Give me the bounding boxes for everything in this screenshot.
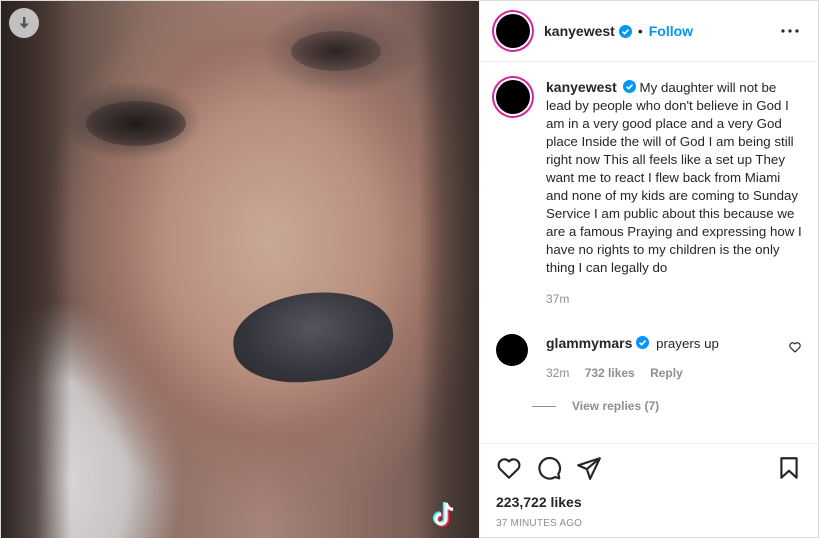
author-avatar[interactable] [496, 14, 530, 48]
post-container: kanyewest • Follow kanyewest My daughter… [0, 0, 819, 538]
comment-heart-icon[interactable] [788, 340, 802, 354]
verified-badge-icon [622, 80, 636, 93]
verified-badge-icon [618, 24, 632, 38]
caption-username[interactable]: kanyewest [546, 79, 617, 95]
comment-likes[interactable]: 732 likes [585, 366, 635, 380]
heart-icon[interactable] [496, 455, 522, 481]
view-replies-line [532, 405, 556, 407]
post-media-video[interactable] [1, 1, 479, 538]
comment-meta: 32m 732 likes Reply [546, 364, 719, 382]
download-button[interactable] [9, 8, 39, 38]
media-eye-left [86, 101, 186, 146]
commenter-username[interactable]: glammymars [546, 335, 632, 351]
share-icon[interactable] [576, 455, 602, 481]
comment-icon[interactable] [536, 455, 562, 481]
tiktok-icon [432, 502, 454, 527]
caption-time[interactable]: 37m [546, 290, 802, 308]
post-header: kanyewest • Follow [480, 1, 818, 62]
view-replies-label: View replies (7) [572, 399, 660, 413]
caption: kanyewest My daughter will not be lead b… [496, 78, 802, 308]
caption-avatar[interactable] [496, 80, 530, 114]
comments-section: kanyewest My daughter will not be lead b… [480, 62, 818, 443]
author-username[interactable]: kanyewest [544, 23, 615, 39]
media-shading-right [419, 1, 479, 538]
bookmark-icon[interactable] [776, 455, 802, 481]
header-separator: • [637, 23, 643, 39]
reply-button[interactable]: Reply [650, 366, 683, 380]
action-bar [480, 443, 818, 491]
media-shading-left [1, 1, 71, 538]
post-timestamp[interactable]: 37 MINUTES AGO [480, 513, 818, 538]
download-arrow-icon [19, 17, 29, 29]
media-lips [228, 284, 398, 390]
comment-item: glammymars prayers up 32m 732 likes Repl… [496, 334, 802, 382]
commenter-avatar[interactable] [496, 334, 528, 366]
post-likes-count[interactable]: 223,722 likes [480, 491, 818, 513]
verified-badge-icon [636, 336, 650, 349]
media-eye-right [291, 31, 381, 71]
more-options-button[interactable] [778, 19, 802, 43]
comment-text: prayers up [656, 336, 719, 351]
more-options-icon [781, 29, 799, 33]
view-replies-button[interactable]: View replies (7) [532, 399, 802, 413]
post-side-panel: kanyewest • Follow kanyewest My daughter… [479, 1, 818, 538]
follow-button[interactable]: Follow [649, 23, 693, 39]
caption-text: My daughter will not be lead by people w… [546, 80, 802, 275]
comment-time[interactable]: 32m [546, 366, 569, 380]
